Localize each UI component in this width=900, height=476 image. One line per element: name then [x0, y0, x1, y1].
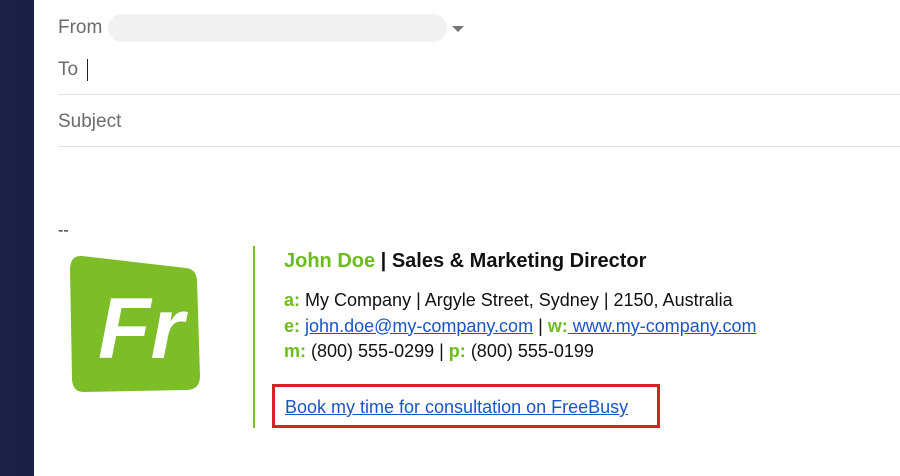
to-label: To: [58, 59, 79, 80]
from-address-selector[interactable]: [108, 14, 447, 42]
email-signature: John Doe | Sales & Marketing Director a:…: [284, 248, 884, 365]
divider-to: [58, 94, 900, 95]
signature-address-line: a: My Company | Argyle Street, Sydney | …: [284, 288, 884, 314]
web-label: w:: [547, 315, 568, 336]
signature-phone-line: m: (800) 555-0299 | p: (800) 555-0199: [284, 339, 884, 365]
chevron-down-icon[interactable]: [452, 26, 464, 32]
booking-link[interactable]: Book my time for consultation on FreeBus…: [285, 397, 628, 418]
divider-subject: [58, 146, 900, 147]
email-label: e:: [284, 315, 301, 336]
mobile-number: (800) 555-0299: [311, 341, 435, 361]
address-label: a:: [284, 290, 301, 310]
phone-label: p:: [448, 341, 466, 361]
email-link[interactable]: john.doe@my-company.com: [305, 316, 533, 336]
freebusy-logo-icon: Fr: [70, 255, 200, 392]
signature-name-line: John Doe | Sales & Marketing Director: [284, 248, 884, 274]
website-link[interactable]: www.my-company.com: [568, 316, 757, 336]
signature-contact-line: e: john.doe@my-company.com | w: www.my-c…: [284, 314, 884, 340]
phone-separator: |: [434, 341, 449, 361]
signature-separator: --: [58, 222, 69, 239]
signature-title: Sales & Marketing Director: [391, 250, 647, 272]
signature-divider: [253, 246, 255, 428]
signature-address: My Company | Argyle Street, Sydney | 215…: [305, 290, 733, 310]
booking-link-highlight: Book my time for consultation on FreeBus…: [272, 384, 660, 428]
to-input[interactable]: [88, 58, 878, 82]
from-label: From: [58, 17, 103, 38]
signature-name: John Doe: [284, 250, 376, 272]
mobile-label: m:: [284, 341, 306, 361]
contact-separator: |: [533, 315, 548, 336]
name-separator: |: [375, 250, 392, 272]
svg-text:Fr: Fr: [98, 281, 189, 377]
subject-input[interactable]: [58, 110, 878, 134]
text-cursor: [87, 59, 88, 81]
compose-window: From To -- Fr John Doe | Sales & Marketi…: [34, 0, 900, 476]
phone-number: (800) 555-0199: [470, 341, 594, 361]
